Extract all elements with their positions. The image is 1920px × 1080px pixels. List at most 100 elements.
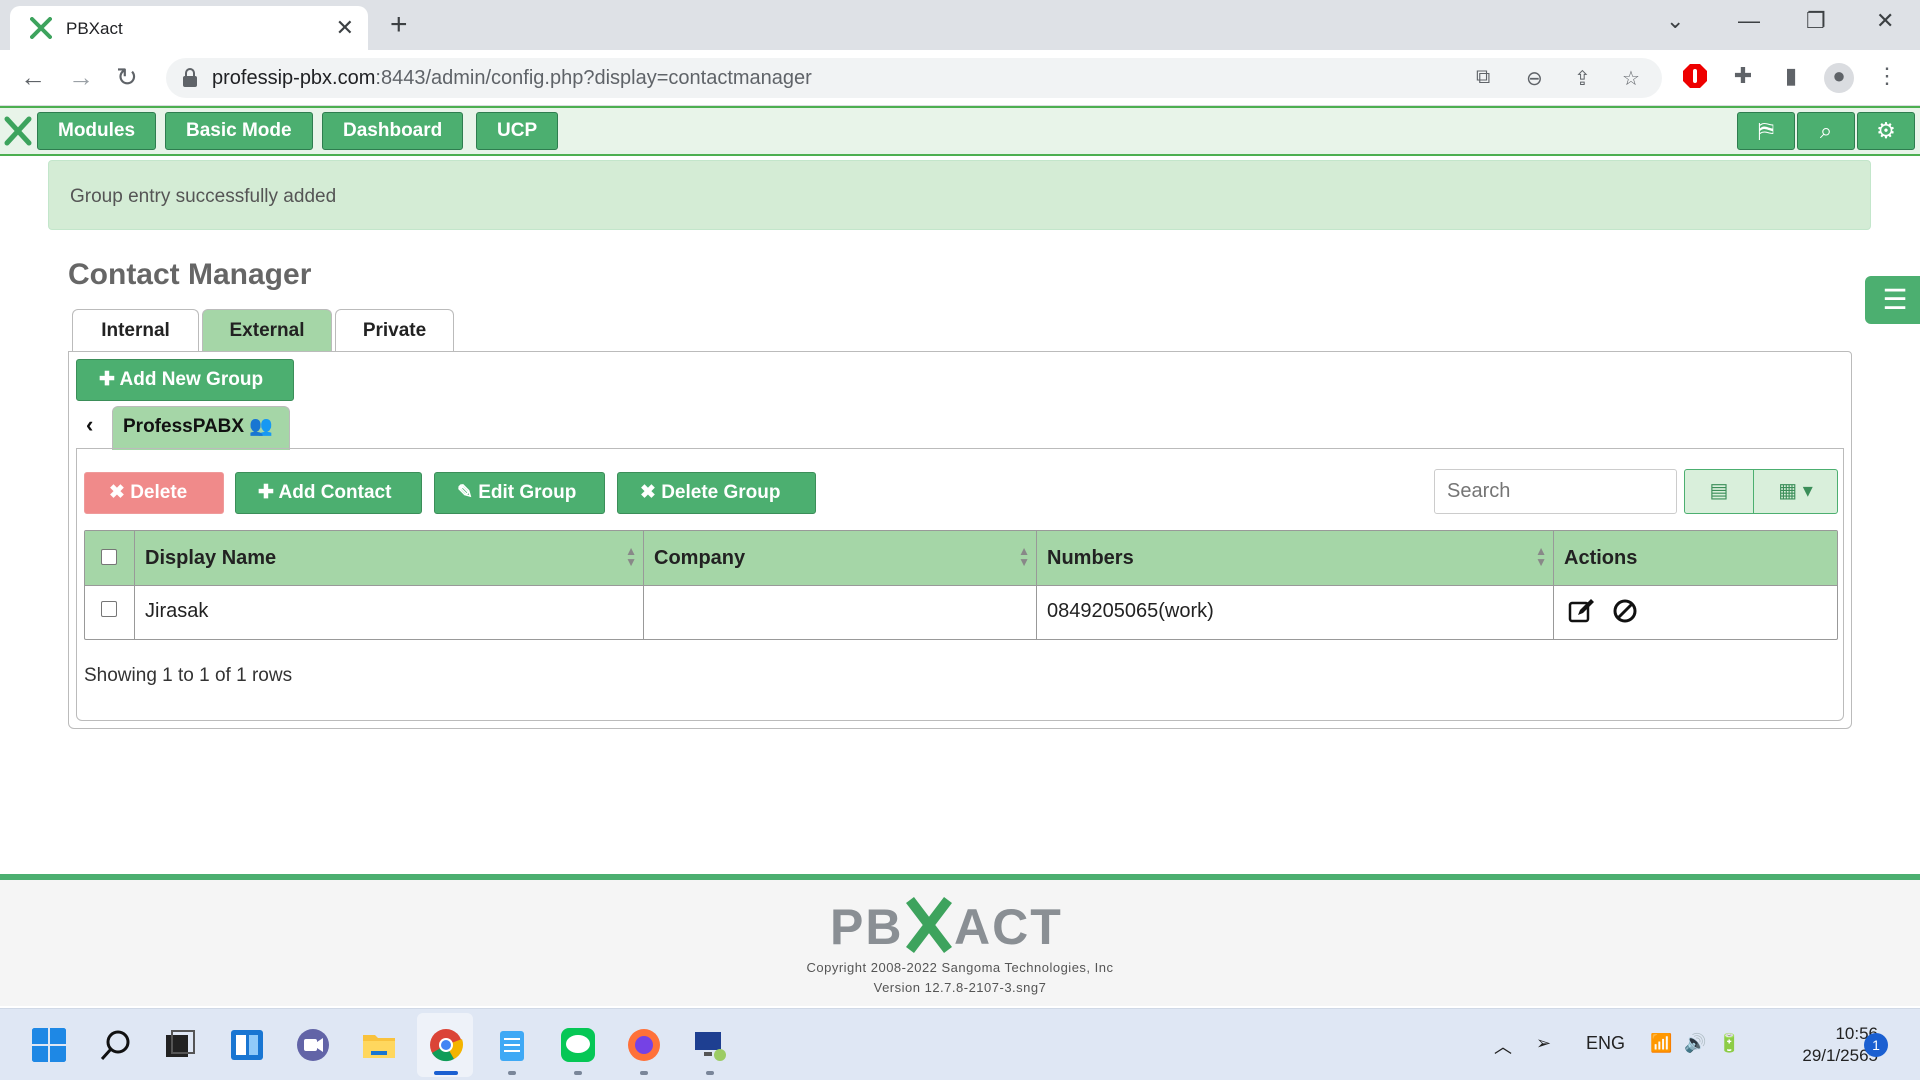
- pbxact-logo-icon[interactable]: [4, 116, 32, 146]
- windows-taskbar: ︿ ➢ ENG 📶 🔊 🔋 10:56 29/1/2565 1: [0, 1008, 1920, 1080]
- volume-icon[interactable]: 🔊: [1684, 1033, 1706, 1054]
- browser-tab-strip: PBXact ✕ + ⌄ — ❐ ✕: [0, 0, 1920, 50]
- forward-icon[interactable]: →: [68, 62, 94, 93]
- reload-icon[interactable]: ↻: [116, 62, 138, 93]
- adblock-extension-icon[interactable]: [1680, 63, 1710, 93]
- nav-modules-button[interactable]: Modules: [37, 112, 157, 150]
- running-indicator: [508, 1071, 516, 1075]
- widgets-icon[interactable]: [229, 1027, 265, 1063]
- chrome-icon[interactable]: [428, 1027, 464, 1063]
- file-explorer-icon[interactable]: [361, 1027, 397, 1063]
- tab-search-icon[interactable]: ⌄: [1666, 8, 1684, 34]
- battery-icon[interactable]: 🔋: [1718, 1033, 1740, 1054]
- notification-badge[interactable]: 1: [1864, 1033, 1888, 1057]
- header-actions-label: Actions: [1564, 547, 1638, 569]
- language-indicator[interactable]: ENG: [1586, 1033, 1625, 1054]
- teams-chat-icon[interactable]: [295, 1027, 331, 1063]
- header-actions: Actions: [1554, 531, 1837, 585]
- plus-icon: ✚: [258, 482, 274, 503]
- tab-title: PBXact: [66, 19, 123, 38]
- nav-dashboard-button[interactable]: Dashboard: [322, 112, 464, 150]
- url-path: :8443/admin/config.php?display=contactma…: [375, 67, 812, 89]
- table-header-row: Display Name ▲ ▼ Company ▲ ▼ Numbers ▲ ▼ Ac…: [85, 531, 1837, 586]
- sort-icon: ▲ ▼: [1018, 544, 1030, 569]
- search-icon[interactable]: ⌕: [1797, 112, 1855, 150]
- windows-start-icon[interactable]: [31, 1027, 67, 1063]
- cell-company: [644, 586, 1037, 639]
- close-tab-icon[interactable]: ✕: [336, 15, 354, 41]
- notepad-icon[interactable]: [494, 1027, 530, 1063]
- clock-date: 29/1/2565: [1802, 1046, 1878, 1065]
- nav-ucp-button[interactable]: UCP: [476, 112, 559, 150]
- task-view-icon[interactable]: [162, 1027, 198, 1063]
- side-menu-list-icon[interactable]: ☰: [1865, 276, 1920, 324]
- chevron-up-icon[interactable]: ︿: [1494, 1033, 1512, 1059]
- delete-button[interactable]: ✖ Delete: [84, 472, 224, 514]
- running-indicator: [706, 1071, 714, 1075]
- browser-toolbar: ← → ↻ professip-pbx.com:8443/admin/confi…: [0, 50, 1920, 106]
- address-bar[interactable]: professip-pbx.com:8443/admin/config.php?…: [166, 58, 1662, 98]
- tab-private[interactable]: Private: [335, 309, 454, 352]
- cell-display-name: Jirasak: [135, 586, 644, 639]
- group-tab-professpabx[interactable]: ProfessPABX 👥: [112, 406, 290, 450]
- alert-message: Group entry successfully added: [70, 186, 337, 207]
- minimize-icon[interactable]: —: [1738, 8, 1760, 34]
- edit-group-button[interactable]: ✎ Edit Group: [434, 472, 605, 514]
- header-numbers-label: Numbers: [1047, 547, 1134, 569]
- clock-time: 10:56: [1835, 1024, 1878, 1043]
- side-panel-icon[interactable]: ▮: [1776, 63, 1806, 93]
- pagination-info: Showing 1 to 1 of 1 rows: [84, 665, 293, 686]
- page-title: Contact Manager: [68, 258, 312, 291]
- toggle-view-icon[interactable]: ▤: [1684, 469, 1754, 514]
- browser-tab[interactable]: PBXact ✕: [10, 6, 368, 50]
- row-select-cell: [85, 586, 135, 639]
- svg-text:PB: PB: [830, 899, 903, 954]
- lock-icon: [183, 68, 197, 87]
- page-footer: PB ACT Copyright 2008-2022 Sangoma Techn…: [0, 874, 1920, 1006]
- running-indicator: [640, 1071, 648, 1075]
- search-icon[interactable]: [98, 1027, 134, 1063]
- delete-group-button[interactable]: ✖ Delete Group: [617, 472, 816, 514]
- restore-icon[interactable]: ❐: [1806, 8, 1826, 34]
- edit-contact-icon[interactable]: [1568, 597, 1596, 625]
- nav-basic-mode-button[interactable]: Basic Mode: [165, 112, 313, 150]
- firefox-icon[interactable]: [626, 1027, 662, 1063]
- copyright-text: Copyright 2008-2022 Sangoma Technologies…: [806, 960, 1114, 975]
- url-host: professip-pbx.com: [212, 67, 376, 89]
- pbxact-brand-logo: PB ACT: [830, 896, 1061, 954]
- share-icon[interactable]: ⇪: [1574, 66, 1591, 91]
- translate-icon[interactable]: ⛿: [1737, 112, 1795, 150]
- add-contact-label: Add Contact: [278, 482, 392, 503]
- delete-contact-icon[interactable]: [1612, 598, 1638, 624]
- tab-internal[interactable]: Internal: [72, 309, 199, 352]
- system-clock[interactable]: 10:56 29/1/2565: [1768, 1023, 1878, 1067]
- gear-icon[interactable]: ⚙: [1857, 112, 1915, 150]
- bookmark-star-icon[interactable]: ☆: [1622, 66, 1640, 91]
- select-all-checkbox[interactable]: [101, 549, 117, 565]
- profile-avatar-icon[interactable]: ●: [1824, 63, 1854, 93]
- row-checkbox[interactable]: [101, 601, 117, 617]
- translate-page-icon[interactable]: ⧉: [1476, 66, 1490, 89]
- chevron-left-icon[interactable]: ‹: [86, 412, 93, 438]
- add-new-group-button[interactable]: ✚ Add New Group: [76, 359, 294, 401]
- new-tab-icon[interactable]: +: [390, 8, 408, 42]
- extensions-puzzle-icon[interactable]: ✚: [1728, 63, 1758, 93]
- header-company[interactable]: Company ▲ ▼: [644, 531, 1037, 585]
- back-icon[interactable]: ←: [20, 62, 46, 93]
- contact-numbers: 0849205065(work): [1047, 600, 1214, 622]
- add-contact-button[interactable]: ✚ Add Contact: [235, 472, 422, 514]
- line-app-icon[interactable]: [560, 1027, 596, 1063]
- success-alert: Group entry successfully added: [48, 160, 1871, 230]
- wifi-icon[interactable]: 📶: [1650, 1033, 1672, 1054]
- location-icon[interactable]: ➢: [1536, 1033, 1551, 1054]
- search-input[interactable]: [1434, 469, 1677, 514]
- browser-menu-icon[interactable]: ⋮: [1872, 63, 1902, 93]
- header-display-name[interactable]: Display Name ▲ ▼: [135, 531, 644, 585]
- tab-external[interactable]: External: [202, 309, 332, 352]
- header-numbers[interactable]: Numbers ▲ ▼: [1037, 531, 1554, 585]
- columns-dropdown-icon[interactable]: ▦ ▾: [1753, 469, 1838, 514]
- remote-desktop-icon[interactable]: [692, 1027, 728, 1063]
- close-window-icon[interactable]: ✕: [1876, 8, 1894, 34]
- zoom-icon[interactable]: ⊖: [1526, 66, 1543, 91]
- pbx-top-nav: Modules Basic Mode Dashboard UCP ⛿ ⌕ ⚙: [0, 106, 1920, 156]
